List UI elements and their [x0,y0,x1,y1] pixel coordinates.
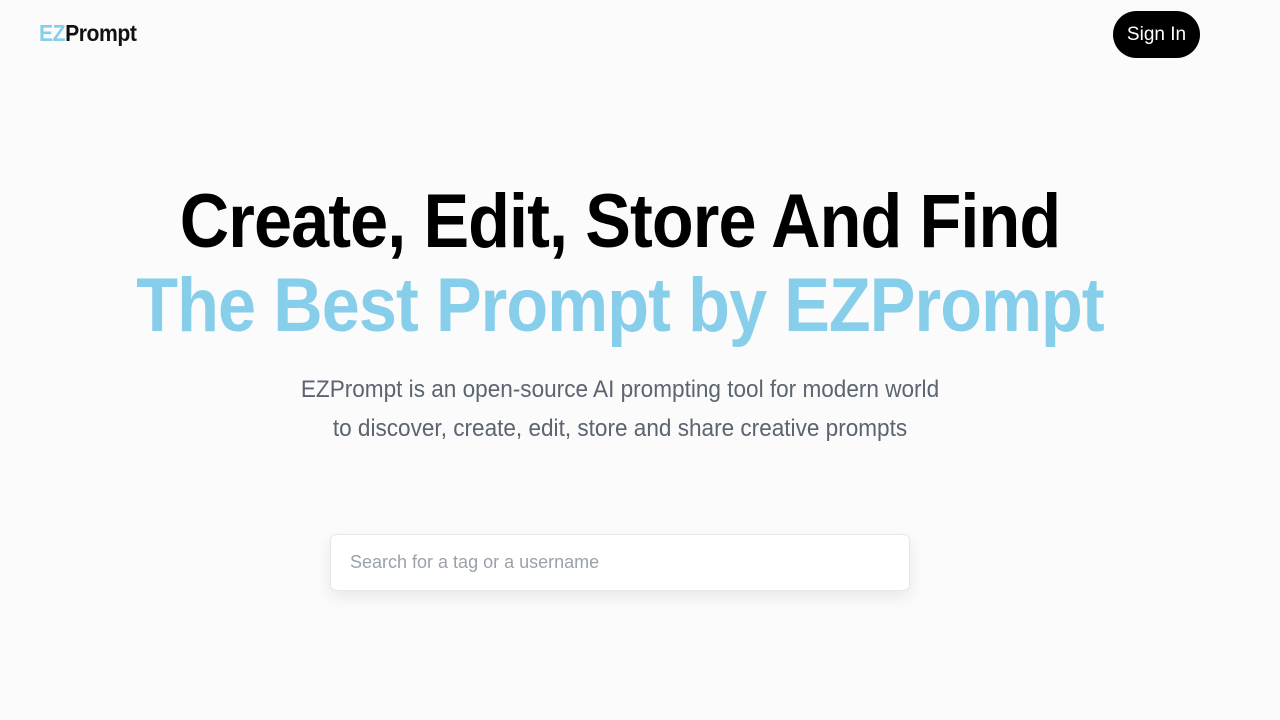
sign-in-button[interactable]: Sign In [1113,11,1200,58]
logo-rest: Prompt [65,20,137,46]
search-input[interactable] [331,535,909,590]
hero-subtitle: EZPrompt is an open-source AI prompting … [300,376,940,442]
logo[interactable]: EZPrompt [39,20,137,47]
landing-page: EZPrompt Sign In Create, Edit, Store And… [0,0,1280,720]
headline-primary: Create, Edit, Store And Find [179,179,1061,264]
logo-ez: EZ [39,20,66,46]
search-box [330,534,910,591]
headline-accent: The Best Prompt by EZPrompt [136,263,1105,348]
